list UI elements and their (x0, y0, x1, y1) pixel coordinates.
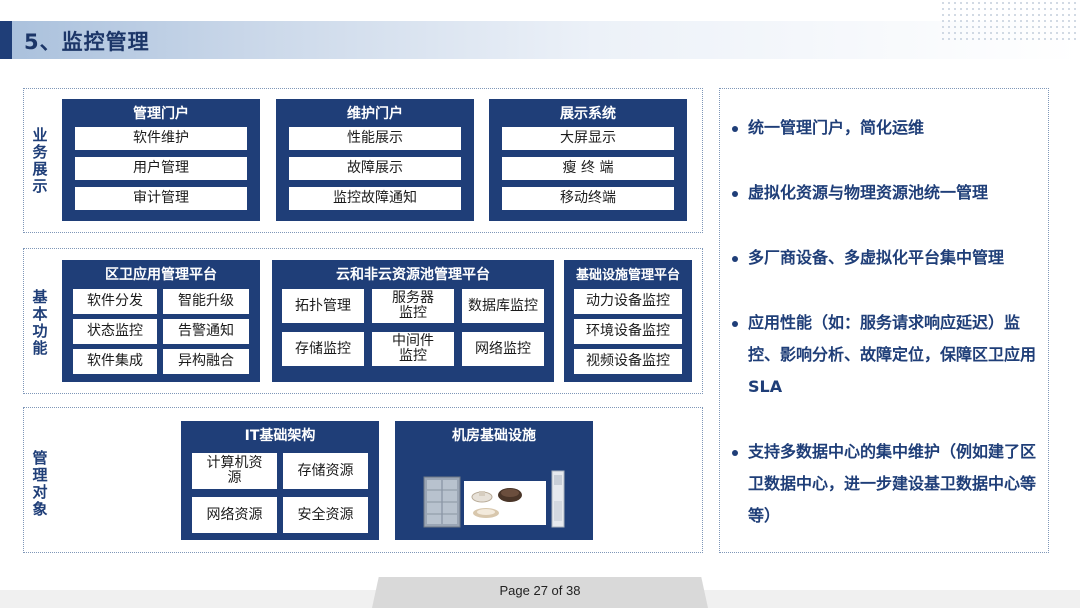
panel-management-portal: 管理门户 软件维护 用户管理 审计管理 (62, 99, 260, 221)
panel-datacenter-facilities: 机房基础设施 (395, 421, 593, 540)
bullet-dot-icon (732, 450, 738, 456)
highlights-box: 统一管理门户，简化运维 虚拟化资源与物理资源池统一管理 多厂商设备、多虚拟化平台… (719, 88, 1049, 553)
cell-item: 告警通知 (163, 319, 249, 344)
cell-item: 大屏显示 (502, 127, 674, 150)
cell-item: 瘦 终 端 (502, 157, 674, 180)
title-accent (0, 21, 12, 59)
cell-item: 网络资源 (192, 497, 277, 533)
bullet-item: 统一管理门户，简化运维 (732, 112, 1038, 144)
section-function: 基本功能 区卫应用管理平台 软件分发 智能升级 状态监控 告警通知 软件集成 异… (23, 248, 703, 394)
panel-resource-pool: 云和非云资源池管理平台 拓扑管理 服务器监控 数据库监控 存储监控 中间件监控 … (272, 260, 554, 382)
bullet-dot-icon (732, 126, 738, 132)
panel-title: 展示系统 (560, 106, 616, 122)
cell-item: 动力设备监控 (574, 289, 682, 314)
section-business: 业务展示 管理门户 软件维护 用户管理 审计管理 维护门户 性能展示 故障展示 … (23, 88, 703, 233)
cell-item: 存储资源 (283, 453, 368, 489)
cell-item: 数据库监控 (462, 289, 544, 323)
cell-item: 计算机资源 (192, 453, 277, 489)
cell-item: 故障展示 (289, 157, 461, 180)
section-label-objects: 管理对象 (32, 449, 48, 518)
cell-item: 环境设备监控 (574, 319, 682, 344)
panel-title: 管理门户 (133, 106, 189, 122)
panel-infrastructure: 基础设施管理平台 动力设备监控 环境设备监控 视频设备监控 (564, 260, 692, 382)
panel-title: IT基础架构 (244, 428, 316, 444)
panel-display-system: 展示系统 大屏显示 瘦 终 端 移动终端 (489, 99, 687, 221)
section-objects: 管理对象 IT基础架构 计算机资源 存储资源 网络资源 安全资源 机房基础设施 (23, 407, 703, 553)
cell-item: 视频设备监控 (574, 349, 682, 374)
cell-item: 用户管理 (75, 157, 247, 180)
page-number: Page 27 of 38 (499, 583, 581, 598)
cell-item: 软件集成 (73, 349, 157, 374)
datacenter-equipment-image (423, 470, 565, 528)
bullet-item: 多厂商设备、多虚拟化平台集中管理 (732, 242, 1038, 274)
cell-item: 状态监控 (73, 319, 157, 344)
panel-title: 基础设施管理平台 (575, 268, 680, 283)
bullet-dot-icon (732, 256, 738, 262)
cell-item: 服务器监控 (372, 289, 454, 323)
decorative-dot-pattern (940, 0, 1080, 40)
title-bar: 5、监控管理 (0, 21, 1080, 59)
bullet-item: 支持多数据中心的集中维护（例如建了区卫数据中心，进一步建设基卫数据中心等等） (732, 436, 1038, 532)
panel-title: 区卫应用管理平台 (105, 267, 217, 283)
panel-app-management: 区卫应用管理平台 软件分发 智能升级 状态监控 告警通知 软件集成 异构融合 (62, 260, 260, 382)
cell-item: 性能展示 (289, 127, 461, 150)
panel-maintenance-portal: 维护门户 性能展示 故障展示 监控故障通知 (276, 99, 474, 221)
cell-item: 存储监控 (282, 332, 364, 366)
panel-it-infrastructure: IT基础架构 计算机资源 存储资源 网络资源 安全资源 (181, 421, 379, 540)
bullet-item: 虚拟化资源与物理资源池统一管理 (732, 177, 1038, 209)
bullet-dot-icon (732, 191, 738, 197)
bullet-dot-icon (732, 321, 738, 327)
cell-item: 安全资源 (283, 497, 368, 533)
panel-title: 维护门户 (347, 106, 403, 122)
section-label-business: 业务展示 (32, 126, 48, 195)
cell-item: 审计管理 (75, 187, 247, 210)
cell-item: 智能升级 (163, 289, 249, 314)
cell-item: 拓扑管理 (282, 289, 364, 323)
panel-title: 机房基础设施 (452, 428, 536, 444)
page-title: 5、监控管理 (24, 30, 150, 54)
section-label-function: 基本功能 (32, 288, 48, 357)
bullet-item: 应用性能（如：服务请求响应延迟）监控、影响分析、故障定位，保障区卫应用SLA (732, 307, 1038, 403)
cell-item: 中间件监控 (372, 332, 454, 366)
cell-item: 软件分发 (73, 289, 157, 314)
panel-title: 云和非云资源池管理平台 (336, 267, 490, 283)
cell-item: 网络监控 (462, 332, 544, 366)
equipment-image-area (406, 453, 582, 533)
cell-item: 软件维护 (75, 127, 247, 150)
cell-item: 监控故障通知 (289, 187, 461, 210)
cell-item: 移动终端 (502, 187, 674, 210)
cell-item: 异构融合 (163, 349, 249, 374)
